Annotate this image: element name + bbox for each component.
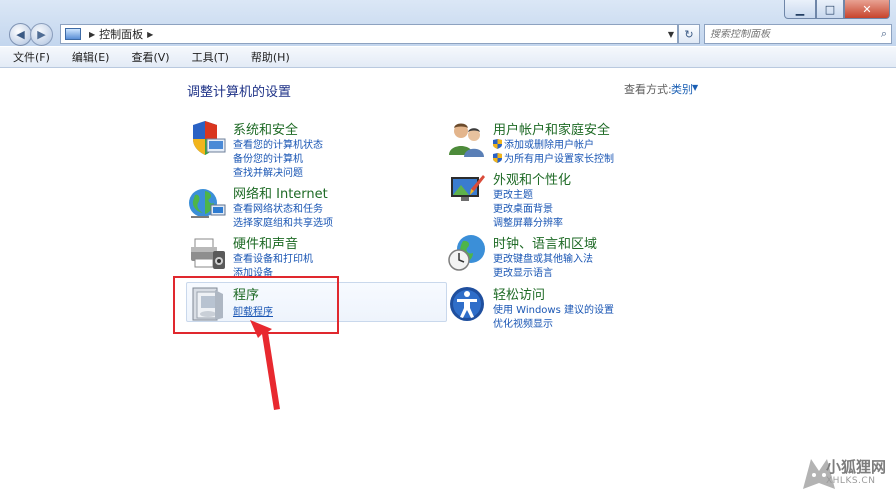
arrow-left-icon: ◀	[16, 28, 25, 41]
link-devices-printers[interactable]: 查看设备和打印机	[233, 250, 313, 265]
menu-help[interactable]: 帮助(H)	[238, 49, 299, 65]
link-backup-computer[interactable]: 备份您的计算机	[233, 150, 303, 165]
menu-tools[interactable]: 工具(T)	[179, 49, 238, 65]
chevron-right-icon[interactable]: ▶	[147, 30, 153, 39]
close-button[interactable]: ✕	[844, 0, 890, 19]
address-bar[interactable]: ▶ 控制面板 ▶ ▼	[60, 24, 678, 44]
link-screen-resolution[interactable]: 调整屏幕分辨率	[493, 214, 563, 229]
refresh-icon: ↻	[684, 27, 694, 41]
users-icon[interactable]	[447, 119, 487, 159]
uac-shield-icon	[493, 153, 502, 163]
link-change-background[interactable]: 更改桌面背景	[493, 200, 553, 215]
clock-globe-icon[interactable]	[447, 233, 487, 273]
maximize-button[interactable]: □	[816, 0, 844, 19]
link-homegroup-sharing[interactable]: 选择家庭组和共享选项	[233, 214, 333, 229]
watermark-title: 小狐狸网	[826, 458, 887, 476]
view-by-dropdown[interactable]: 类别	[671, 81, 693, 97]
link-change-theme[interactable]: 更改主题	[493, 186, 533, 201]
link-recommended-settings[interactable]: 使用 Windows 建议的设置	[493, 301, 614, 316]
ease-of-access-icon[interactable]	[447, 284, 487, 324]
link-troubleshoot[interactable]: 查找并解决问题	[233, 164, 303, 179]
category-system-security: 系统和安全 查看您的计算机状态 备份您的计算机 查找并解决问题	[187, 119, 427, 179]
menu-edit[interactable]: 编辑(E)	[59, 49, 119, 65]
category-network-internet: 网络和 Internet 查看网络状态和任务 选择家庭组和共享选项	[187, 183, 427, 229]
search-box[interactable]: ⌕	[704, 24, 892, 44]
search-icon[interactable]: ⌕	[881, 27, 887, 41]
link-text[interactable]: 为所有用户设置家长控制	[504, 154, 614, 165]
category-user-accounts: 用户帐户和家庭安全 添加或删除用户帐户 为所有用户设置家长控制	[447, 119, 707, 165]
refresh-button[interactable]: ↻	[678, 24, 700, 44]
back-button[interactable]: ◀	[9, 23, 32, 46]
minimize-button[interactable]: ▁	[784, 0, 816, 19]
forward-button[interactable]: ▶	[30, 23, 53, 46]
category-appearance: 外观和个性化 更改主题 更改桌面背景 调整屏幕分辨率	[447, 169, 707, 229]
link-change-input[interactable]: 更改键盘或其他输入法	[493, 250, 593, 265]
chevron-down-icon[interactable]: ▼	[692, 83, 698, 92]
arrow-right-icon: ▶	[37, 28, 46, 41]
link-parental-controls[interactable]: 为所有用户设置家长控制	[493, 150, 614, 165]
highlight-box	[173, 276, 339, 334]
link-optimize-display[interactable]: 优化视频显示	[493, 315, 553, 330]
link-view-computer-status[interactable]: 查看您的计算机状态	[233, 136, 323, 151]
window-controls: ▁ □ ✕	[784, 0, 890, 19]
page-title: 调整计算机的设置	[187, 85, 292, 100]
uac-shield-icon	[493, 139, 502, 149]
shield-icon[interactable]	[187, 119, 227, 159]
menu-bar: 文件(F) 编辑(E) 查看(V) 工具(T) 帮助(H)	[0, 47, 896, 68]
search-input[interactable]	[710, 28, 870, 40]
view-by-label: 查看方式:	[624, 83, 672, 96]
minimize-icon: ▁	[795, 2, 805, 16]
control-panel-icon	[65, 28, 81, 40]
category-clock-language: 时钟、语言和区域 更改键盘或其他输入法 更改显示语言	[447, 233, 707, 279]
breadcrumb-control-panel[interactable]: 控制面板	[99, 26, 143, 42]
menu-view[interactable]: 查看(V)	[118, 49, 178, 65]
link-network-status[interactable]: 查看网络状态和任务	[233, 200, 323, 215]
network-icon[interactable]	[187, 183, 227, 223]
link-add-remove-users[interactable]: 添加或删除用户帐户	[493, 136, 594, 151]
watermark-url: XHLKS.CN	[826, 476, 876, 486]
chevron-right-icon[interactable]: ▶	[89, 30, 95, 39]
window-titlebar: ▁ □ ✕ ◀ ▶ ▶ 控制面板 ▶ ▼ ↻ ⌕	[0, 0, 896, 46]
link-change-display-language[interactable]: 更改显示语言	[493, 264, 553, 279]
printer-icon[interactable]	[187, 233, 227, 273]
menu-file[interactable]: 文件(F)	[0, 49, 59, 65]
category-hardware-sound: 硬件和声音 查看设备和打印机 添加设备	[187, 233, 427, 279]
maximize-icon: □	[824, 2, 836, 16]
control-panel-content: 调整计算机的设置 查看方式: 类别 ▼ 系统和安全 查看您的计算机状态 备份您的…	[0, 68, 896, 500]
chevron-down-icon[interactable]: ▼	[665, 30, 677, 39]
close-icon: ✕	[862, 2, 872, 16]
appearance-icon[interactable]	[447, 169, 487, 209]
category-ease-of-access: 轻松访问 使用 Windows 建议的设置 优化视频显示	[447, 284, 707, 330]
